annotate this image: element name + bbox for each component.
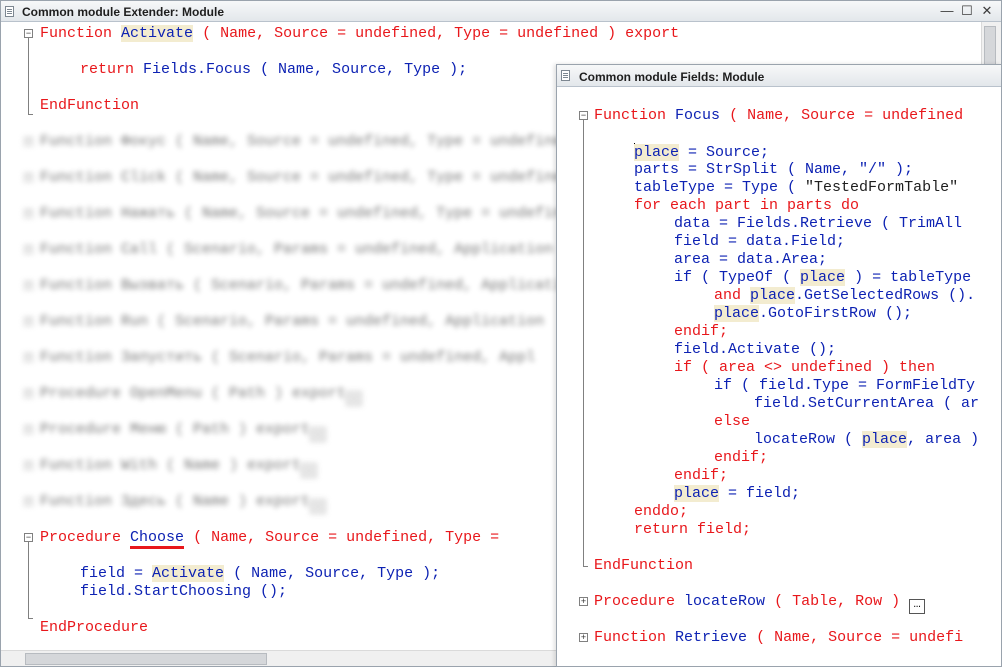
code-line: Function Click ( Name, Source = undefine… — [40, 169, 572, 186]
window-title: Common module Fields: Module — [579, 70, 765, 84]
close-button[interactable]: ✕ — [979, 3, 995, 19]
code-line: if ( TypeOf ( place ) = tableType — [674, 269, 972, 286]
code-line: Procedure Меню ( Path ) export… — [40, 421, 327, 442]
code-line: for each part in parts do — [634, 197, 860, 214]
code-line: area = data.Area; — [674, 251, 828, 268]
code-line: EndFunction — [594, 557, 694, 574]
code-line: Function Здесь ( Name ) export… — [40, 493, 327, 514]
code-line: data = Fields.Retrieve ( TrimAll — [674, 215, 963, 232]
code-line: parts = StrSplit ( Name, "/" ); — [634, 161, 914, 178]
code-line: tableType = Type ( "TestedFormTable" — [634, 179, 959, 196]
code-line: place = Source; — [634, 143, 770, 161]
code-line: Function Нажать ( Name, Source = undefin… — [40, 205, 581, 222]
window-title: Common module Extender: Module — [22, 5, 225, 19]
code-line: endif; — [674, 323, 729, 340]
code-line: field = Activate ( Name, Source, Type ); — [80, 565, 441, 582]
code-line: endif; — [714, 449, 769, 466]
editor-window-fields[interactable]: Common module Fields: Module − Function … — [556, 64, 1002, 667]
code-line: Procedure OpenMenu ( Path ) export… — [40, 385, 363, 406]
collapse-icon[interactable]: − — [24, 533, 33, 542]
window-titlebar[interactable]: Common module Fields: Module — [557, 65, 1001, 87]
code-line: Function Call ( Scenario, Params = undef… — [40, 241, 554, 258]
code-line: return field; — [634, 521, 752, 538]
code-line: and place.GetSelectedRows (). — [714, 287, 976, 304]
code-line: if ( field.Type = FormFieldTy — [714, 377, 976, 394]
code-line: Function Run ( Scenario, Params = undefi… — [40, 313, 545, 330]
code-line: return Fields.Focus ( Name, Source, Type… — [80, 61, 468, 78]
code-line: field.Activate (); — [674, 341, 837, 358]
code-line: endif; — [674, 467, 729, 484]
code-editor[interactable]: − Function Focus ( Name, Source = undefi… — [557, 87, 1001, 666]
scrollbar-thumb[interactable] — [25, 653, 267, 665]
collapsed-block-icon[interactable]: … — [909, 598, 926, 614]
code-line: EndFunction — [40, 97, 140, 114]
fold-bracket — [583, 120, 588, 567]
code-line: place.GotoFirstRow (); — [714, 305, 913, 322]
code-line: place = field; — [674, 485, 801, 502]
collapse-icon[interactable]: − — [579, 111, 588, 120]
module-icon — [561, 70, 570, 81]
code-line: Function Focus ( Name, Source = undefine… — [594, 107, 964, 124]
expand-icon[interactable]: + — [579, 597, 588, 606]
code-line: Function Фокус ( Name, Source = undefine… — [40, 133, 572, 150]
code-line: Function Вызвать ( Scenario, Params = un… — [40, 277, 581, 294]
module-icon — [5, 6, 14, 17]
code-line: EndProcedure — [40, 619, 149, 636]
code-line: field.SetCurrentArea ( ar — [754, 395, 980, 412]
code-line: Function Retrieve ( Name, Source = undef… — [594, 629, 964, 646]
horizontal-scrollbar[interactable] — [1, 650, 557, 666]
code-line: field.StartChoosing (); — [80, 583, 288, 600]
fold-bracket — [28, 38, 33, 115]
code-line: Function Activate ( Name, Source = undef… — [40, 25, 680, 42]
code-line: if ( area <> undefined ) then — [674, 359, 936, 376]
fold-bracket — [28, 542, 33, 619]
minimize-button[interactable]: — — [939, 3, 955, 19]
code-line: Procedure locateRow ( Table, Row ) … — [594, 593, 926, 614]
code-line: else — [714, 413, 751, 430]
code-line: Procedure Choose ( Name, Source = undefi… — [40, 529, 499, 549]
window-titlebar[interactable]: Common module Extender: Module — ☐ ✕ — [1, 1, 1001, 22]
code-line: field = data.Field; — [674, 233, 846, 250]
scrollbar-thumb[interactable] — [984, 26, 996, 66]
code-line: Function With ( Name ) export… — [40, 457, 318, 478]
maximize-button[interactable]: ☐ — [959, 3, 975, 19]
expand-icon[interactable]: + — [579, 633, 588, 642]
code-line: locateRow ( place, area ) — [754, 431, 980, 448]
code-line: enddo; — [634, 503, 689, 520]
collapse-icon[interactable]: − — [24, 29, 33, 38]
code-line: Function Запустить ( Scenario, Params = … — [40, 349, 536, 366]
